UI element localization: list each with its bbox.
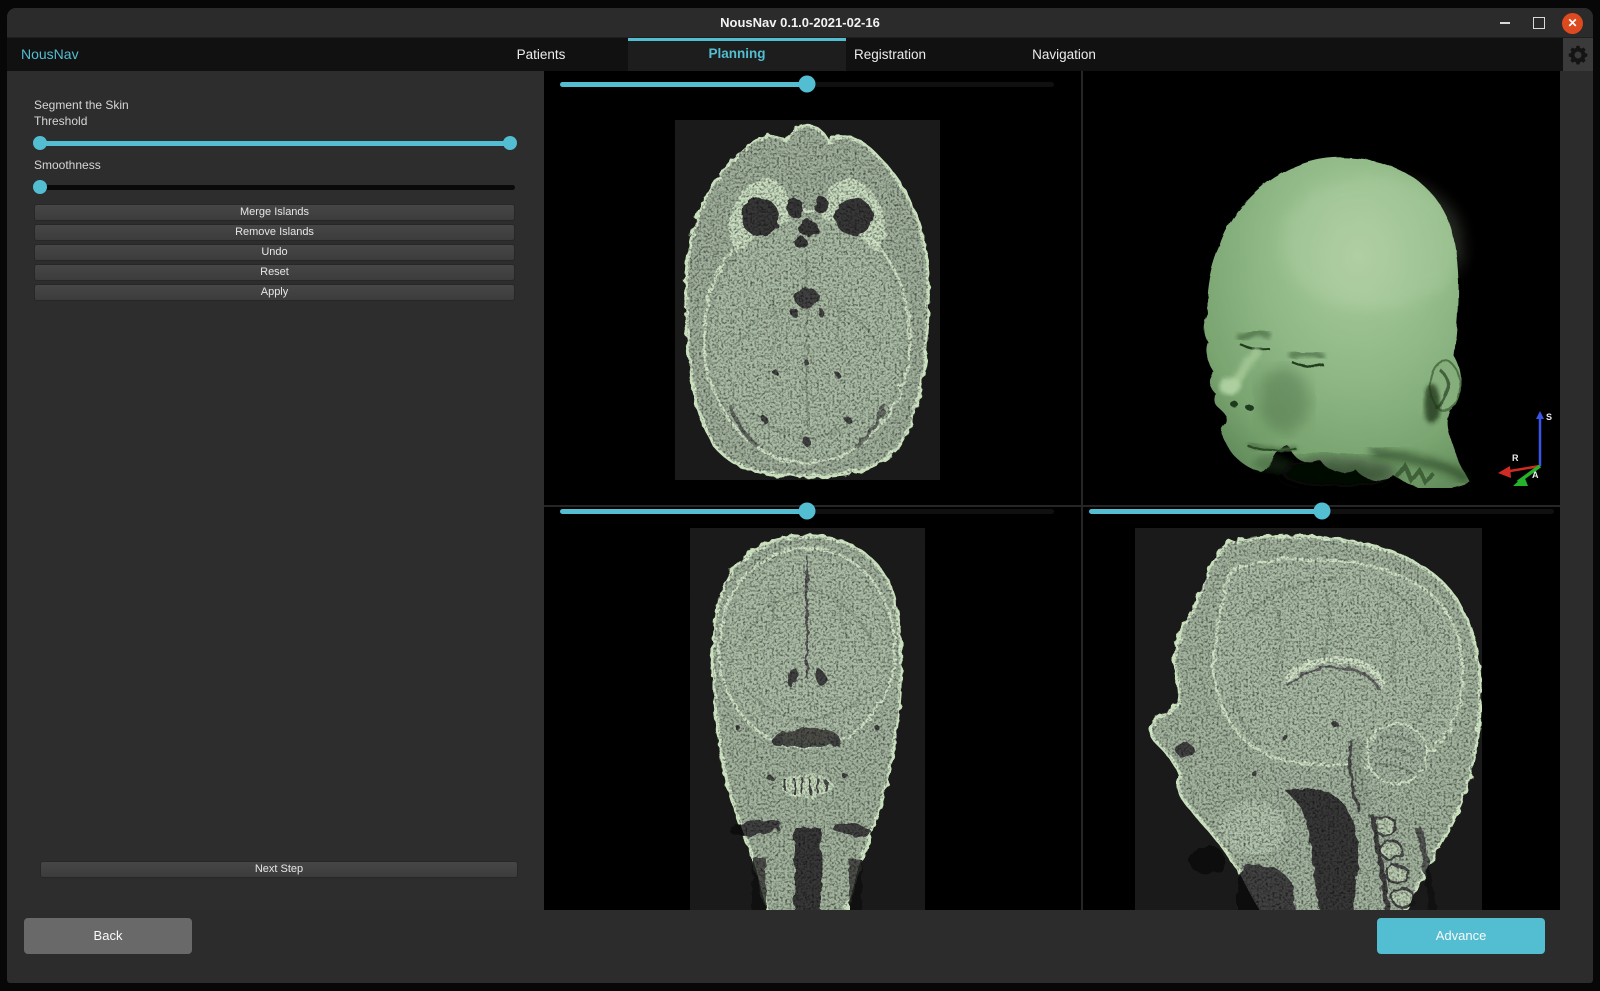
axial-viewport[interactable] — [544, 71, 1081, 505]
coronal-slider-handle[interactable] — [799, 503, 816, 520]
tab-planning[interactable]: Planning — [683, 38, 792, 71]
viewport-grid: S R A — [544, 71, 1560, 910]
reset-button[interactable]: Reset — [34, 264, 515, 281]
coronal-slice-slider[interactable] — [560, 503, 1054, 519]
window-controls: ✕ — [1494, 8, 1583, 38]
apply-button[interactable]: Apply — [34, 284, 515, 301]
coronal-slice-image — [690, 528, 925, 910]
tab-patients[interactable]: Patients — [491, 38, 592, 71]
sagittal-slice-image — [1135, 528, 1482, 910]
coronal-viewport[interactable] — [544, 507, 1081, 910]
axis-label-a: A — [1532, 470, 1539, 480]
smoothness-slider[interactable] — [40, 179, 515, 195]
tab-registration[interactable]: Registration — [828, 38, 952, 71]
section-title: Segment the Skin — [34, 98, 129, 112]
close-icon[interactable]: ✕ — [1562, 13, 1583, 34]
axis-label-r: R — [1512, 453, 1519, 463]
smoothness-label: Smoothness — [34, 158, 101, 172]
minimize-icon[interactable] — [1494, 12, 1516, 34]
threshold-high-handle[interactable] — [503, 136, 517, 150]
skin-model-3d — [1142, 128, 1542, 488]
app-brand: NousNav — [21, 38, 79, 71]
axis-label-s: S — [1546, 412, 1552, 422]
axial-slider-handle[interactable] — [799, 76, 816, 93]
nav-bar: NousNav Patients Planning Registration N… — [7, 38, 1593, 71]
gear-icon — [1567, 44, 1589, 66]
back-button[interactable]: Back — [24, 918, 192, 954]
segmentation-panel: Segment the Skin Threshold Smoothness Me… — [8, 71, 544, 910]
model-3d-viewport[interactable]: S R A — [1083, 71, 1560, 505]
undo-button[interactable]: Undo — [34, 244, 515, 261]
title-bar: NousNav 0.1.0-2021-02-16 ✕ — [7, 8, 1593, 38]
merge-islands-button[interactable]: Merge Islands — [34, 204, 515, 221]
sagittal-slice-slider[interactable] — [1089, 503, 1554, 519]
orientation-axes-widget: S R A — [1494, 406, 1558, 490]
maximize-icon[interactable] — [1528, 12, 1550, 34]
axial-slice-image — [675, 120, 940, 480]
threshold-range-slider[interactable] — [40, 135, 510, 151]
next-step-button[interactable]: Next Step — [40, 861, 518, 878]
smoothness-handle[interactable] — [33, 180, 47, 194]
app-window: NousNav 0.1.0-2021-02-16 ✕ NousNav Patie… — [7, 8, 1593, 983]
sagittal-slider-handle[interactable] — [1313, 503, 1330, 520]
sagittal-viewport[interactable] — [1083, 507, 1560, 910]
remove-islands-button[interactable]: Remove Islands — [34, 224, 515, 241]
threshold-low-handle[interactable] — [33, 136, 47, 150]
window-title: NousNav 0.1.0-2021-02-16 — [7, 8, 1593, 38]
axial-slice-slider[interactable] — [560, 76, 1054, 92]
tab-navigation[interactable]: Navigation — [1006, 38, 1122, 71]
threshold-label: Threshold — [34, 114, 87, 128]
advance-button[interactable]: Advance — [1377, 918, 1545, 954]
settings-button[interactable] — [1563, 38, 1593, 71]
